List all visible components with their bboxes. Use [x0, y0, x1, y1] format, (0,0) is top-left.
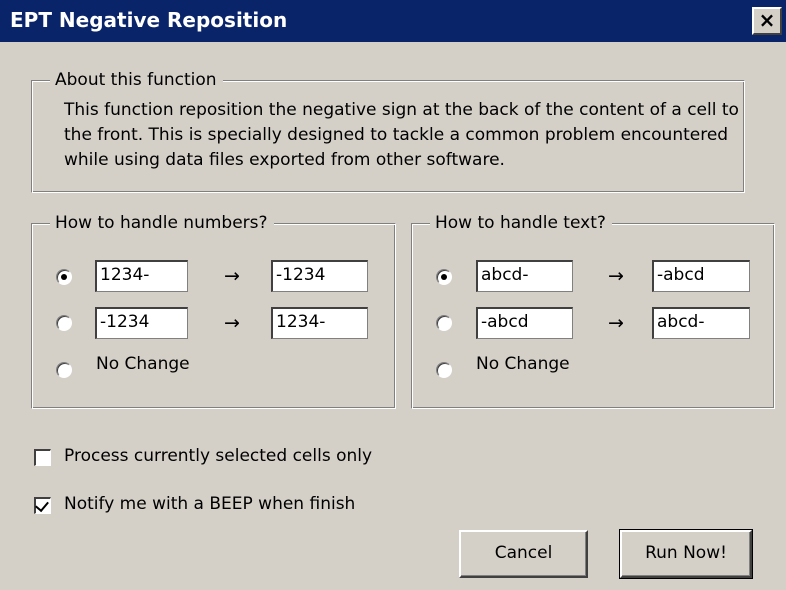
arrow-icon: → — [224, 265, 240, 287]
dialog-window: EPT Negative Reposition × About this fun… — [0, 0, 786, 590]
cancel-button[interactable]: Cancel — [459, 530, 588, 578]
window-title: EPT Negative Reposition — [10, 8, 288, 32]
text-option-1-radio[interactable] — [436, 269, 452, 285]
numbers-option-2-from-field: -1234 — [95, 307, 188, 339]
numbers-option-1-radio[interactable] — [56, 269, 72, 285]
text-option-2-to-field: abcd- — [652, 307, 750, 339]
arrow-icon: → — [224, 312, 240, 334]
text-no-change-radio[interactable] — [436, 362, 452, 378]
text-legend: How to handle text? — [430, 211, 612, 235]
text-no-change-label[interactable]: No Change — [476, 352, 570, 376]
cancel-button-label: Cancel — [494, 543, 553, 563]
close-button[interactable]: × — [752, 7, 782, 35]
process-selected-label[interactable]: Process currently selected cells only — [64, 444, 372, 468]
arrow-icon: → — [608, 265, 624, 287]
text-option-2-radio[interactable] — [436, 315, 452, 331]
arrow-icon: → — [608, 312, 624, 334]
numbers-legend: How to handle numbers? — [50, 211, 274, 235]
process-selected-checkbox[interactable] — [34, 449, 51, 466]
numbers-no-change-label[interactable]: No Change — [96, 352, 190, 376]
notify-beep-label[interactable]: Notify me with a BEEP when finish — [64, 492, 355, 516]
numbers-groupbox: How to handle numbers? 1234- → -1234 -12… — [31, 211, 396, 409]
text-option-1-from-field: abcd- — [476, 260, 573, 292]
notify-beep-checkbox[interactable] — [34, 497, 51, 514]
close-icon: × — [758, 8, 776, 32]
numbers-option-1-from-field: 1234- — [95, 260, 188, 292]
text-groupbox: How to handle text? abcd- → -abcd -abcd … — [411, 211, 775, 409]
numbers-option-2-to-field: 1234- — [271, 307, 368, 339]
about-legend: About this function — [50, 68, 223, 92]
run-now-button[interactable]: Run Now! — [619, 529, 753, 579]
numbers-option-2-radio[interactable] — [56, 315, 72, 331]
about-description: This function reposition the negative si… — [64, 100, 739, 170]
about-groupbox: About this function This function reposi… — [31, 68, 745, 193]
run-now-button-label: Run Now! — [645, 543, 727, 563]
text-option-1-to-field: -abcd — [652, 260, 750, 292]
numbers-no-change-radio[interactable] — [56, 362, 72, 378]
numbers-option-1-to-field: -1234 — [271, 260, 368, 292]
text-option-2-from-field: -abcd — [476, 307, 573, 339]
title-bar[interactable]: EPT Negative Reposition × — [0, 0, 786, 42]
